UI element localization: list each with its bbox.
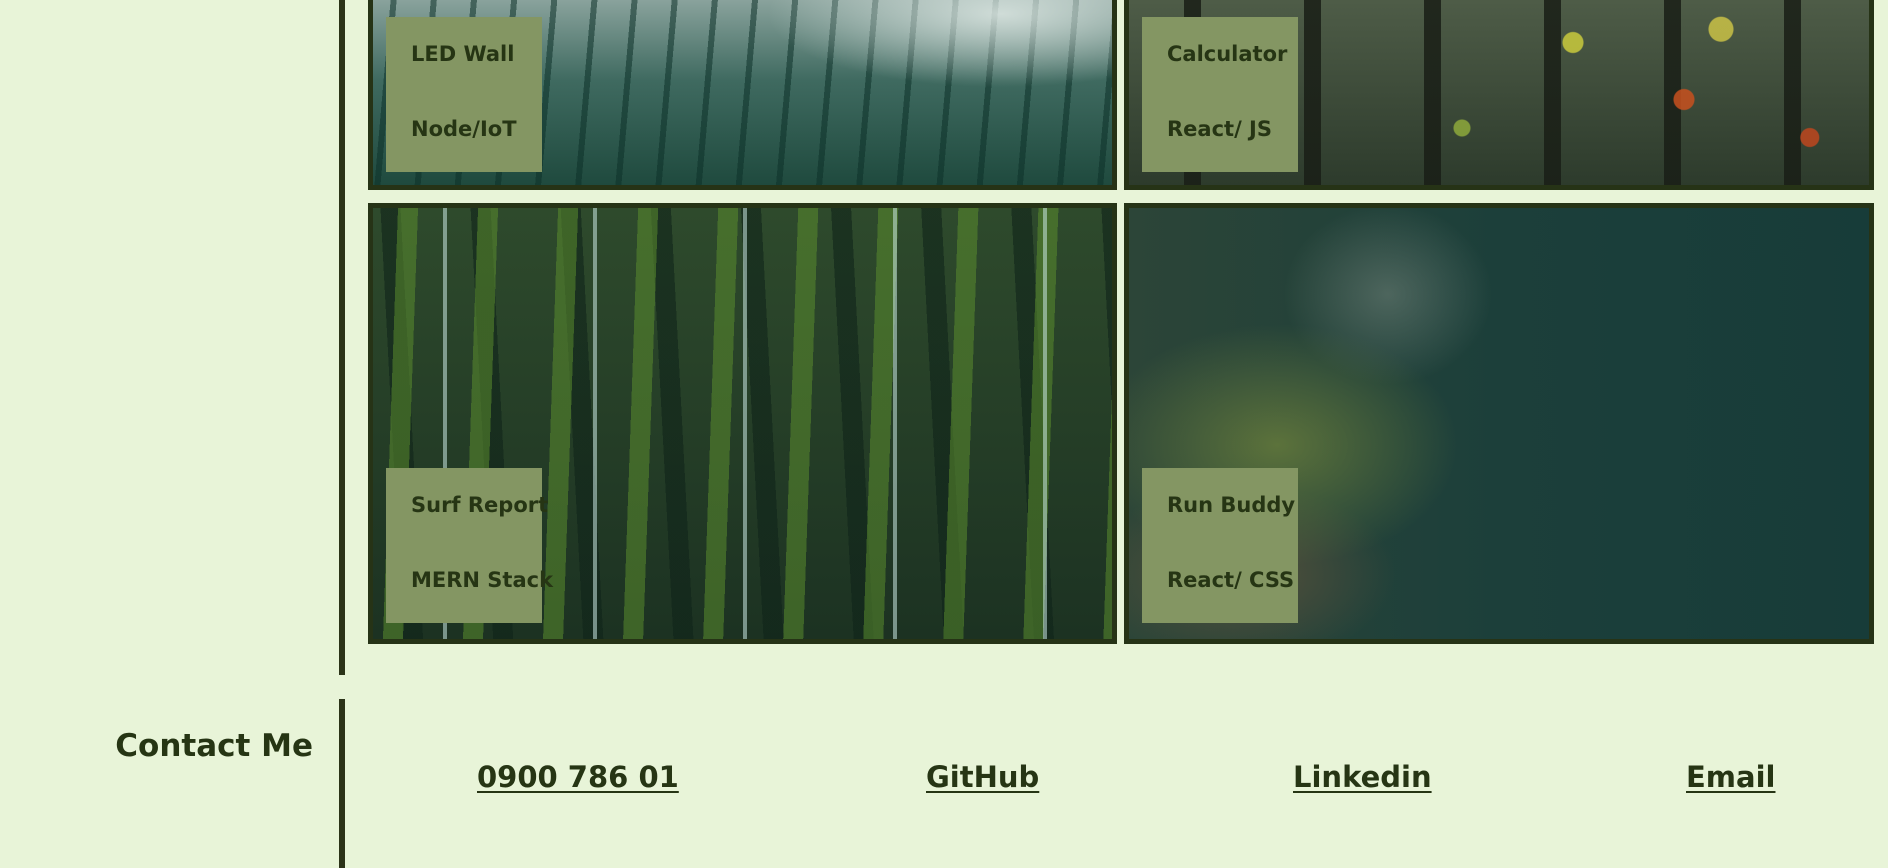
project-label: Run Buddy React/ CSS	[1142, 468, 1298, 623]
project-card-run-buddy[interactable]: Run Buddy React/ CSS	[1124, 203, 1874, 644]
project-tech: React/ JS	[1167, 117, 1272, 141]
project-label: Surf Report MERN Stack	[386, 468, 553, 623]
phone-link[interactable]: 0900 786 01	[477, 760, 679, 794]
email-link[interactable]: Email	[1686, 760, 1775, 794]
project-label: LED Wall Node/IoT	[386, 17, 542, 172]
linkedin-link[interactable]: Linkedin	[1293, 760, 1432, 794]
project-label: Calculator React/ JS	[1142, 17, 1298, 172]
project-title: Surf Report	[411, 493, 549, 517]
project-card-surf-report[interactable]: Surf Report MERN Stack	[368, 203, 1117, 644]
project-tech: MERN Stack	[411, 568, 554, 592]
section-divider	[339, 0, 345, 675]
portfolio-page: LED Wall Node/IoT Calculator React/ JS S…	[0, 0, 1888, 868]
github-link[interactable]: GitHub	[926, 760, 1039, 794]
project-title: LED Wall	[411, 42, 515, 66]
contact-heading: Contact Me	[115, 728, 313, 764]
project-card-calculator[interactable]: Calculator React/ JS	[1124, 0, 1874, 190]
contact-divider	[339, 699, 345, 868]
project-tech: React/ CSS	[1167, 568, 1295, 592]
project-title: Run Buddy	[1167, 493, 1296, 517]
project-card-led-wall[interactable]: LED Wall Node/IoT	[368, 0, 1117, 190]
project-tech: Node/IoT	[411, 117, 517, 141]
project-title: Calculator	[1167, 42, 1288, 66]
